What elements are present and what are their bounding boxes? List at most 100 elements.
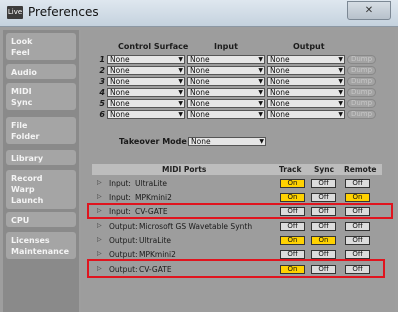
tab-midi-sync[interactable]: MIDI Sync [6,83,76,110]
dropdown-arrow-icon: ▼ [178,78,183,85]
tab-label: Audio [11,68,37,77]
tab-label: Maintenance [11,247,70,256]
dropdown-arrow-icon: ▼ [258,78,263,85]
tab-label: Folder [11,132,40,141]
control-surface-select[interactable]: None ▼ [107,55,185,64]
control-surface-select[interactable]: None ▼ [107,110,185,119]
tab-look-feel[interactable]: Look Feel [6,33,76,60]
dropdown-arrow-icon: ▼ [178,111,183,118]
dropdown-arrow-icon: ▼ [178,67,183,74]
tab-record-warp-launch[interactable]: Record Warp Launch [6,170,76,209]
track-toggle[interactable]: On [280,179,305,188]
dropdown-arrow-icon: ▼ [338,67,343,74]
select-value: None [110,55,130,64]
port-direction: Output: [109,236,138,245]
tab-label: Licenses [11,236,50,245]
tab-label: Sync [11,98,33,107]
remote-toggle[interactable]: Off [345,179,370,188]
dump-button[interactable]: Dump [347,55,376,64]
expand-triangle-icon[interactable]: ▷ [97,193,102,200]
remote-toggle[interactable]: Off [345,222,370,231]
output-select[interactable]: None ▼ [267,55,345,64]
takeover-mode-select[interactable]: None ▼ [188,137,266,146]
track-toggle[interactable]: Off [280,250,305,259]
control-surface-select[interactable]: None ▼ [107,66,185,75]
output-select[interactable]: None ▼ [267,77,345,86]
dropdown-arrow-icon: ▼ [258,67,263,74]
sync-column-header: Sync [314,165,335,174]
midi-ports-column-header: MIDI Ports [162,165,207,174]
input-header: Input [214,42,238,51]
expand-triangle-icon[interactable]: ▷ [97,236,102,243]
select-value: None [270,88,290,97]
midi-ports-header: MIDI Ports Track Sync Remote [92,164,382,175]
control-surface-select[interactable]: None ▼ [107,99,185,108]
tab-audio[interactable]: Audio [6,64,76,79]
input-select[interactable]: None ▼ [187,88,265,97]
surface-row-number: 6 [99,110,105,119]
control-surface-header: Control Surface [118,42,189,51]
dropdown-arrow-icon: ▼ [258,100,263,107]
dump-button[interactable]: Dump [347,66,376,75]
output-select[interactable]: None ▼ [267,110,345,119]
output-select[interactable]: None ▼ [267,88,345,97]
midi-port-row: ▷ Input: UltraLite On Off Off [92,178,382,189]
port-name: UltraLite [135,179,168,188]
input-select[interactable]: None ▼ [187,66,265,75]
remote-toggle[interactable]: On [345,193,370,202]
port-direction: Input: [109,193,131,202]
expand-triangle-icon[interactable]: ▷ [97,250,102,257]
tab-label: Launch [11,196,44,205]
surface-row-number: 1 [99,55,105,64]
dump-button[interactable]: Dump [347,110,376,119]
port-name: MPKmini2 [135,193,172,202]
expand-triangle-icon[interactable]: ▷ [97,179,102,186]
input-select[interactable]: None ▼ [187,77,265,86]
track-toggle[interactable]: On [280,236,305,245]
dump-button[interactable]: Dump [347,77,376,86]
output-header: Output [293,42,325,51]
tab-library[interactable]: Library [6,150,76,165]
tab-licenses-maintenance[interactable]: Licenses Maintenance [6,232,76,259]
expand-triangle-icon[interactable]: ▷ [97,222,102,229]
output-select[interactable]: None ▼ [267,66,345,75]
sync-toggle[interactable]: Off [311,222,336,231]
input-select[interactable]: None ▼ [187,110,265,119]
takeover-mode-label: Takeover Mode [119,137,187,146]
sync-toggle[interactable]: Off [311,193,336,202]
track-toggle[interactable]: Off [280,222,305,231]
tab-label: Feel [11,48,30,57]
sync-toggle[interactable]: Off [311,179,336,188]
track-toggle[interactable]: On [280,193,305,202]
tab-file-folder[interactable]: File Folder [6,117,76,144]
remote-toggle[interactable]: Off [345,250,370,259]
tab-label: Look [11,37,33,46]
select-value: None [190,66,210,75]
track-column-header: Track [279,165,302,174]
sync-toggle[interactable]: On [311,236,336,245]
highlight-box-output-cv-gate [87,259,385,278]
output-select[interactable]: None ▼ [267,99,345,108]
input-select[interactable]: None ▼ [187,55,265,64]
surface-row-number: 2 [99,66,105,75]
control-surface-select[interactable]: None ▼ [107,77,185,86]
dropdown-arrow-icon: ▼ [259,138,264,145]
select-value: None [270,55,290,64]
dump-button[interactable]: Dump [347,88,376,97]
midi-port-row: ▷ Output: UltraLite On On Off [92,235,382,246]
dump-button[interactable]: Dump [347,99,376,108]
dropdown-arrow-icon: ▼ [338,56,343,63]
sync-toggle[interactable]: Off [311,250,336,259]
dropdown-arrow-icon: ▼ [258,89,263,96]
dropdown-arrow-icon: ▼ [338,111,343,118]
input-select[interactable]: None ▼ [187,99,265,108]
select-value: None [190,110,210,119]
midi-port-row: ▷ Output: Microsoft GS Wavetable Synth O… [92,221,382,232]
remote-toggle[interactable]: Off [345,236,370,245]
surface-row-number: 5 [99,99,105,108]
control-surface-select[interactable]: None ▼ [107,88,185,97]
close-button[interactable]: ✕ [347,1,391,20]
tab-cpu[interactable]: CPU [6,212,76,227]
select-value: None [270,110,290,119]
select-value: None [270,66,290,75]
